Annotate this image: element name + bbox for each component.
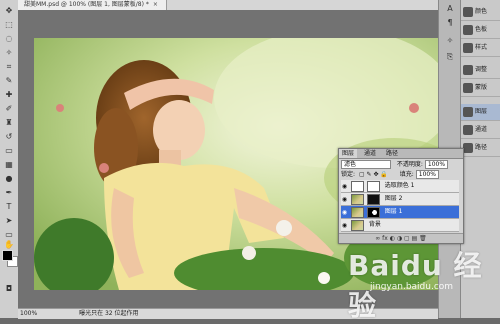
- tab-paths[interactable]: 路径: [383, 149, 401, 158]
- healing-brush-tool-icon[interactable]: ✚: [2, 90, 16, 100]
- layers-panel: 图层 通道 路径 滤色 不透明度: 100% 锁定: ▢ ✎ ✥ 🔒 填充: 1…: [338, 148, 464, 244]
- fill-input[interactable]: 100%: [415, 170, 439, 179]
- move-tool-icon[interactable]: ✥: [2, 6, 16, 16]
- zoom-level[interactable]: 100%: [20, 310, 37, 317]
- blend-mode-select[interactable]: 滤色: [341, 160, 391, 169]
- layer-thumbnail: [350, 219, 364, 231]
- layers-panel-tabs: 图层 通道 路径: [339, 149, 463, 159]
- fill-label: 填充:: [399, 171, 414, 178]
- close-icon[interactable]: ×: [153, 1, 158, 8]
- layers-icon: [463, 107, 473, 117]
- swatches-icon: [463, 25, 473, 35]
- visibility-eye-icon[interactable]: ◉: [341, 207, 348, 219]
- paths-icon: [463, 143, 473, 153]
- dodge-tool-icon[interactable]: ●: [2, 174, 16, 184]
- lock-row: 锁定: ▢ ✎ ✥ 🔒 填充: 100%: [341, 170, 461, 179]
- dock-item-channels[interactable]: 通道: [461, 122, 500, 139]
- opacity-input[interactable]: 100%: [424, 160, 449, 169]
- dock-item-adjustments[interactable]: 调整: [461, 62, 500, 79]
- marquee-tool-icon[interactable]: ⬚: [2, 20, 16, 30]
- layer-row[interactable]: ◉ 背景: [341, 219, 459, 232]
- magic-wand-tool-icon[interactable]: ✧: [2, 48, 16, 58]
- watermark: Baidu 经验 jingyan.baidu.com: [348, 238, 498, 322]
- dock-item-styles[interactable]: 样式: [461, 40, 500, 57]
- foreground-color-swatch[interactable]: [2, 250, 13, 261]
- brush-tool-icon[interactable]: ✐: [2, 104, 16, 114]
- dock-item-color[interactable]: 颜色: [461, 4, 500, 21]
- visibility-eye-icon[interactable]: ◉: [341, 220, 348, 232]
- paragraph-icon[interactable]: ¶: [443, 18, 457, 28]
- layer-row[interactable]: ◉ 图层 2: [341, 193, 459, 206]
- dock-item-masks[interactable]: 蒙版: [461, 80, 500, 97]
- dock-item-swatches[interactable]: 色板: [461, 22, 500, 39]
- lasso-tool-icon[interactable]: ◌: [2, 34, 16, 44]
- layer-mask-thumbnail: [366, 180, 380, 192]
- layer-name: 选取颜色 1: [384, 182, 415, 189]
- layer-thumbnail: [350, 193, 364, 205]
- path-selection-tool-icon[interactable]: ➤: [2, 216, 16, 226]
- dock-item-layers[interactable]: 图层: [461, 104, 500, 121]
- layer-row[interactable]: ◉ 图层 1: [341, 206, 459, 219]
- pen-tool-icon[interactable]: ✒: [2, 188, 16, 198]
- tab-layers[interactable]: 图层: [339, 149, 358, 158]
- lock-label: 锁定:: [341, 171, 356, 178]
- layer-name: 图层 1: [384, 208, 403, 215]
- masks-icon: [463, 83, 473, 93]
- hand-tool-icon[interactable]: ✋: [2, 240, 16, 250]
- blend-row: 滤色 不透明度: 100%: [341, 160, 461, 169]
- styles-icon: [463, 43, 473, 53]
- layer-thumbnail: [350, 180, 364, 192]
- eyedropper-tool-icon[interactable]: ✎: [2, 76, 16, 86]
- lock-icons[interactable]: ▢ ✎ ✥ 🔒: [359, 171, 388, 178]
- watermark-url: jingyan.baidu.com: [370, 282, 454, 292]
- document-tab-title: 甜美MM.psd @ 100% (图层 1, 图层蒙板/8) *: [24, 1, 149, 8]
- layer-thumbnail: [350, 206, 364, 218]
- status-info: 曝光只在 32 位起作用: [79, 310, 139, 317]
- document-tab[interactable]: 甜美MM.psd @ 100% (图层 1, 图层蒙板/8) * ×: [18, 0, 167, 10]
- opacity-label: 不透明度:: [396, 161, 423, 168]
- shape-tool-icon[interactable]: ▭: [2, 230, 16, 240]
- channels-icon: [463, 125, 473, 135]
- history-brush-tool-icon[interactable]: ↺: [2, 132, 16, 142]
- gradient-tool-icon[interactable]: ▦: [2, 160, 16, 170]
- visibility-eye-icon[interactable]: ◉: [341, 181, 348, 193]
- layer-row[interactable]: ◉ 选取颜色 1: [341, 180, 459, 193]
- tab-channels[interactable]: 通道: [361, 149, 379, 158]
- layer-name: 图层 2: [384, 195, 403, 202]
- tools-panel: ✥ ⬚ ◌ ✧ ⌗ ✎ ✚ ✐ ♜ ↺ ▭ ▦ ● ✒ T ➤ ▭ ✋ ◘: [0, 0, 19, 318]
- crop-tool-icon[interactable]: ⌗: [2, 62, 16, 72]
- layer-mask-thumbnail: [366, 193, 380, 205]
- adjustments-icon: [463, 65, 473, 75]
- clone-source-icon[interactable]: ⎘: [443, 52, 457, 62]
- quick-mask-icon[interactable]: ◘: [2, 284, 16, 294]
- layer-name: 背景: [368, 221, 381, 228]
- type-tool-icon[interactable]: T: [2, 202, 16, 212]
- clone-stamp-tool-icon[interactable]: ♜: [2, 118, 16, 128]
- dock-item-paths[interactable]: 路径: [461, 140, 500, 157]
- eraser-tool-icon[interactable]: ▭: [2, 146, 16, 156]
- brush-preset-icon[interactable]: ✧: [443, 36, 457, 46]
- color-icon: [463, 7, 473, 17]
- history-icon[interactable]: A: [443, 4, 457, 14]
- layer-mask-thumbnail: [366, 206, 380, 218]
- visibility-eye-icon[interactable]: ◉: [341, 194, 348, 206]
